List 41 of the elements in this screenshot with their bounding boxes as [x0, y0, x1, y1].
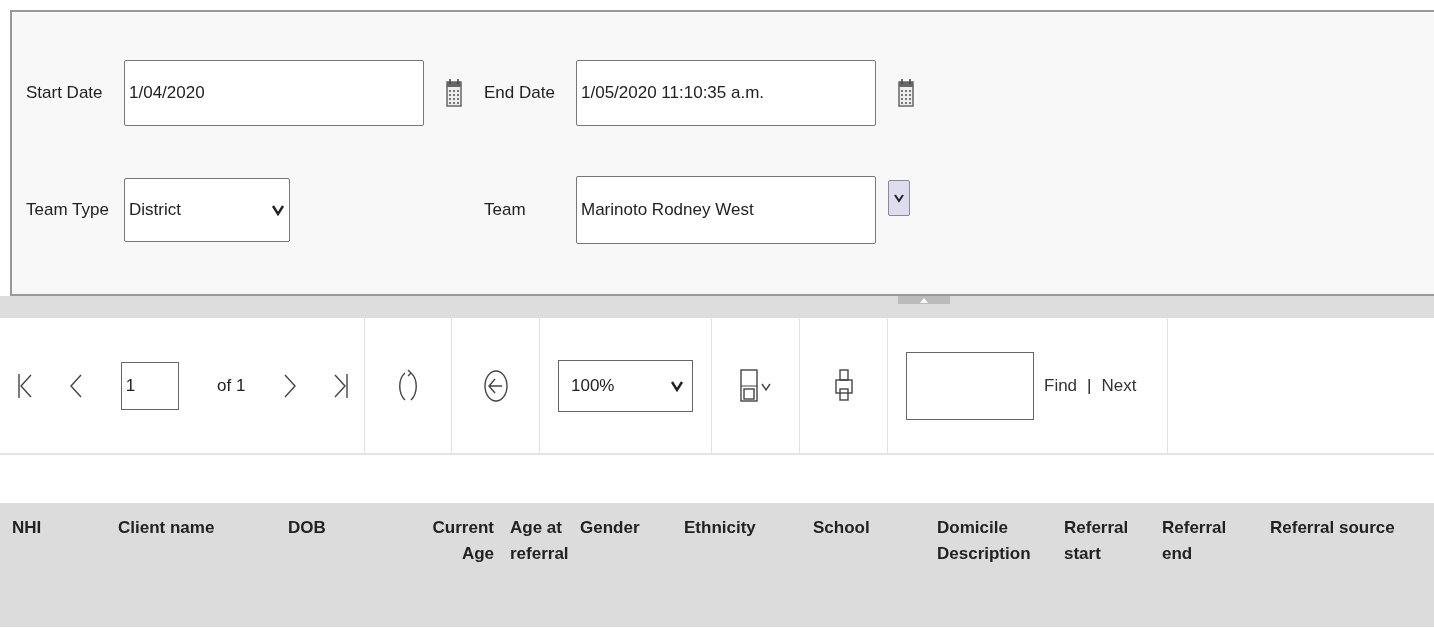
team-dropdown[interactable]: Marinoto Rodney West [576, 176, 876, 244]
dropdown-button[interactable] [888, 180, 910, 216]
column-header: DOB [288, 517, 327, 539]
zoom-dropdown[interactable]: 100% [558, 359, 693, 412]
refresh-icon[interactable] [399, 368, 417, 403]
column-header: Referral end [1162, 517, 1228, 565]
column-header: Domicile Description [937, 517, 1032, 565]
start-date-label: Start Date [26, 83, 104, 103]
column-header: Age at referral [510, 517, 570, 565]
previous-page-icon[interactable] [70, 372, 83, 399]
next-link[interactable]: Next [1101, 375, 1137, 396]
calendar-icon[interactable] [446, 78, 462, 108]
print-icon[interactable] [834, 368, 853, 403]
chevron-down-icon [670, 379, 684, 392]
page-count: of 1 [217, 375, 246, 396]
chevron-down-icon [271, 204, 285, 216]
column-header: Referral source [1270, 517, 1396, 539]
team-type-dropdown[interactable]: District [124, 178, 290, 242]
column-header: Ethnicity [684, 517, 757, 539]
end-date-field[interactable]: 1/05/2020 11:10:35 a.m. [576, 60, 876, 126]
team-type-label: Team Type [26, 200, 110, 220]
find-link[interactable]: Find [1044, 375, 1078, 396]
page-number-field[interactable]: 1 [120, 361, 179, 410]
column-header: School [813, 517, 871, 539]
column-header: Current Age [431, 517, 495, 565]
last-page-icon[interactable] [334, 372, 348, 399]
next-page-icon[interactable] [283, 372, 296, 399]
chevron-down-icon [894, 193, 904, 203]
end-date-label: End Date [484, 83, 556, 103]
collapse-handle[interactable] [898, 296, 950, 304]
calendar-icon[interactable] [898, 78, 914, 108]
separator-text: | [1087, 375, 1092, 396]
column-header: Client name [118, 517, 216, 539]
column-header: Referral start [1064, 517, 1130, 565]
find-field[interactable] [906, 351, 1034, 420]
start-date-field[interactable]: 1/04/2020 [124, 60, 424, 126]
first-page-icon[interactable] [18, 372, 32, 399]
save-icon[interactable] [739, 368, 772, 403]
team-label: Team [484, 200, 527, 220]
column-header: Gender [580, 517, 641, 539]
column-header: NHI [12, 517, 43, 539]
